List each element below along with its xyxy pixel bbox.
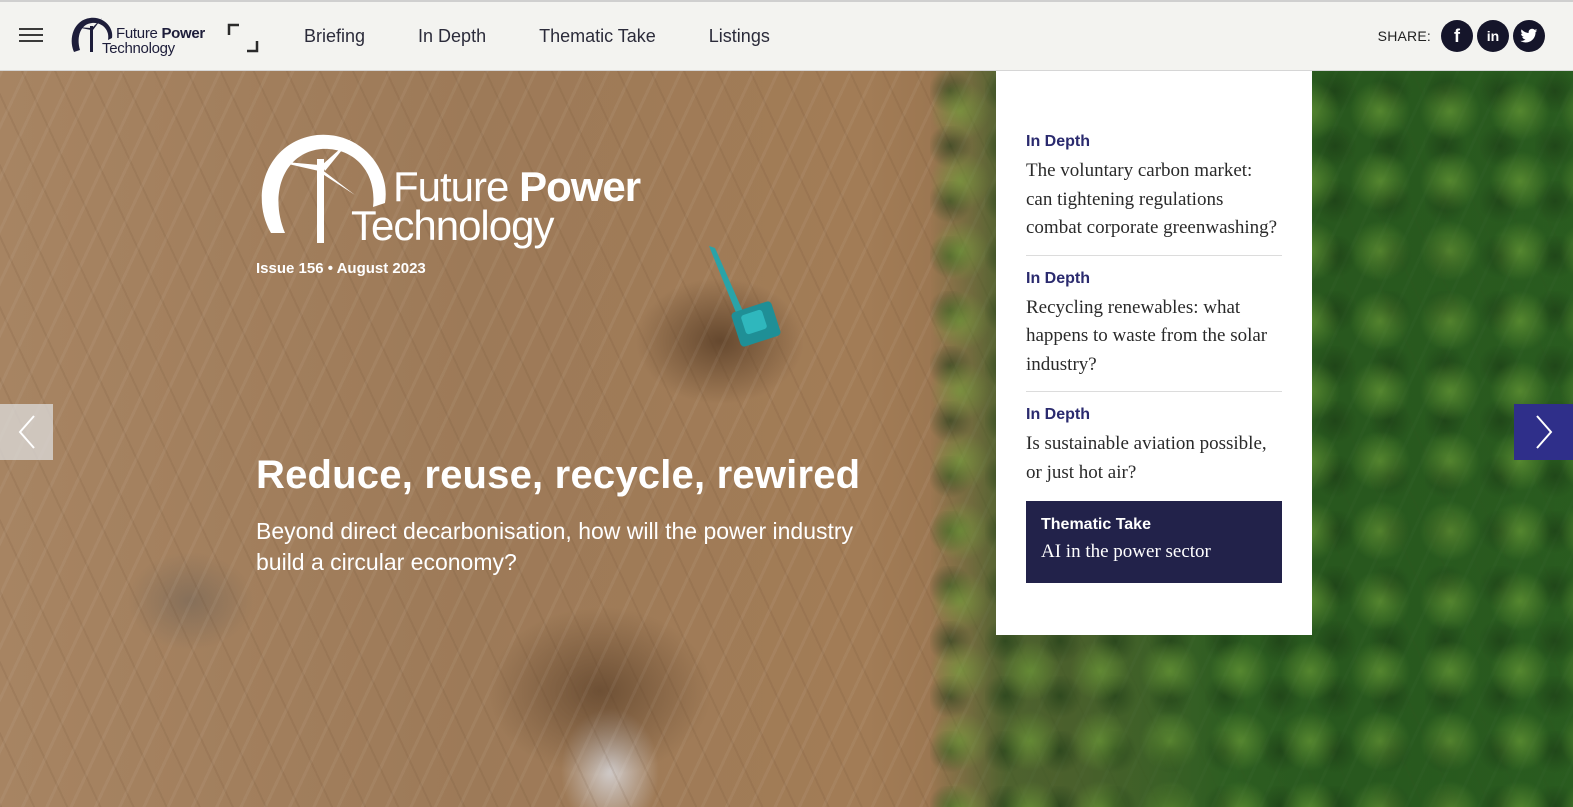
share-bar: SHARE: f in [1378, 20, 1545, 52]
story-item[interactable]: In Depth Recycling renewables: what happ… [1026, 270, 1282, 392]
twitter-icon[interactable] [1513, 20, 1545, 52]
nav-briefing[interactable]: Briefing [304, 26, 365, 47]
thematic-title[interactable]: AI in the power sector [1041, 541, 1267, 563]
issue-label: Issue 156 • August 2023 [256, 260, 426, 277]
excavator-image [709, 246, 781, 347]
nav-listings[interactable]: Listings [709, 26, 770, 47]
facebook-icon[interactable]: f [1441, 20, 1473, 52]
fullscreen-icon[interactable] [227, 23, 259, 53]
hero-logo-line2: Technology [351, 202, 554, 249]
linkedin-icon[interactable]: in [1477, 20, 1509, 52]
thematic-category[interactable]: Thematic Take [1041, 516, 1267, 534]
chevron-left-icon [18, 415, 35, 449]
thematic-take-card[interactable]: Thematic Take AI in the power sector [1026, 501, 1282, 583]
menu-icon[interactable] [19, 28, 43, 46]
logo-text-line2: Technology [102, 40, 175, 57]
share-label: SHARE: [1377, 28, 1431, 44]
nav-thematic-take[interactable]: Thematic Take [539, 26, 656, 47]
site-logo[interactable]: Future Power Technology [68, 14, 208, 60]
story-title[interactable]: The voluntary carbon market: can tighten… [1026, 157, 1282, 243]
top-navigation-bar: Future Power Technology Briefing In Dept… [0, 0, 1573, 71]
hero-subheadline: Beyond direct decarbonisation, how will … [256, 518, 854, 575]
story-item[interactable]: In Depth The voluntary carbon market: ca… [1026, 133, 1282, 256]
hero-banner[interactable]: Future Power Technology Issue 156 • Augu… [0, 71, 1573, 807]
chevron-right-icon [1535, 415, 1552, 449]
featured-stories-panel: In Depth The voluntary carbon market: ca… [996, 71, 1312, 635]
story-title[interactable]: Recycling renewables: what happens to wa… [1026, 294, 1282, 380]
main-nav: Briefing In Depth Thematic Take Listings [304, 26, 823, 47]
hero-logo: Future Power Technology [255, 133, 675, 253]
carousel-next-button[interactable] [1514, 404, 1573, 460]
story-item[interactable]: In Depth Is sustainable aviation possibl… [1026, 406, 1282, 487]
story-category[interactable]: In Depth [1026, 270, 1282, 288]
story-title[interactable]: Is sustainable aviation possible, or jus… [1026, 430, 1282, 487]
hero-headline[interactable]: Reduce, reuse, recycle, rewired [256, 453, 860, 498]
nav-in-depth[interactable]: In Depth [418, 26, 486, 47]
story-category[interactable]: In Depth [1026, 406, 1282, 424]
story-category[interactable]: In Depth [1026, 133, 1282, 151]
carousel-prev-button[interactable] [0, 404, 53, 460]
